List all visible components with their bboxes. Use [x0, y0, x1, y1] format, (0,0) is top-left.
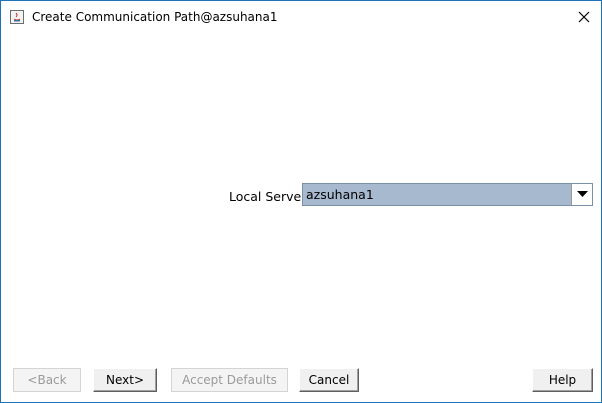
close-button[interactable] [567, 2, 601, 31]
next-button[interactable]: Next> [93, 368, 157, 392]
dialog-window: Create Communication Path@azsuhana1 Loca… [0, 0, 602, 403]
dropdown-arrow-button[interactable] [571, 184, 592, 205]
window-title: Create Communication Path@azsuhana1 [32, 10, 278, 24]
local-server-value: azsuhana1 [306, 187, 374, 202]
help-button[interactable]: Help [532, 368, 593, 392]
cancel-button[interactable]: Cancel [299, 368, 359, 392]
back-button[interactable]: <Back [13, 368, 81, 392]
chevron-down-icon [576, 191, 588, 197]
title-bar: Create Communication Path@azsuhana1 [1, 1, 601, 32]
accept-defaults-button[interactable]: Accept Defaults [171, 368, 288, 392]
local-server-dropdown[interactable]: azsuhana1 [302, 183, 593, 206]
dialog-content: Local Server azsuhana1 <Back Next> Accep… [1, 32, 601, 402]
close-icon [578, 11, 590, 22]
java-app-icon [10, 10, 24, 24]
local-server-label: Local Server [229, 189, 307, 204]
